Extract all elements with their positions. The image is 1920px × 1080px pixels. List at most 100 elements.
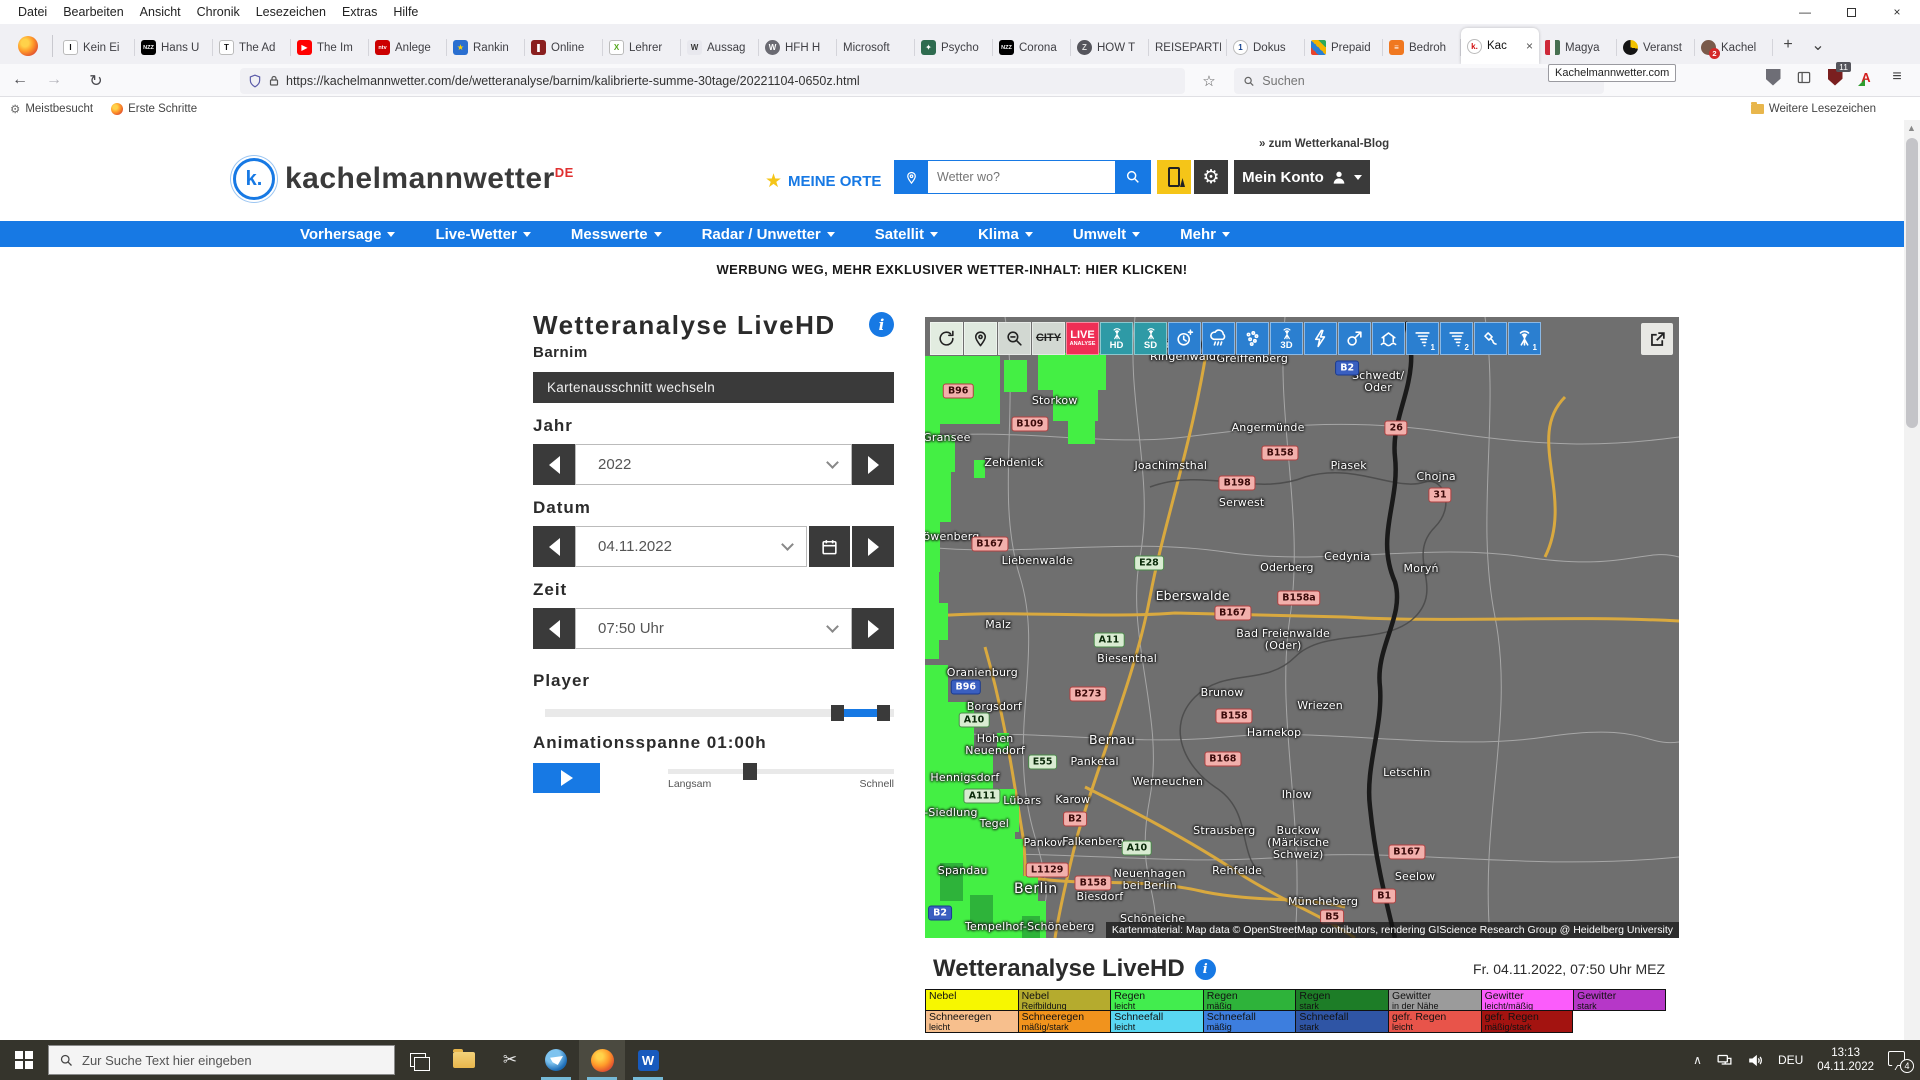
share-button[interactable] bbox=[1641, 323, 1673, 355]
sidebar-toggle-icon[interactable] bbox=[1795, 68, 1813, 86]
lightning-button[interactable] bbox=[1304, 322, 1337, 355]
radar-hd-button[interactable]: HD bbox=[1100, 322, 1133, 355]
browser-tab[interactable]: WAussag bbox=[681, 31, 759, 64]
bookmark-erste-schritte[interactable]: Erste Schritte bbox=[111, 103, 197, 115]
maximize-button[interactable] bbox=[1828, 0, 1874, 24]
tracking-shield-icon[interactable] bbox=[248, 73, 262, 89]
info-button[interactable]: i bbox=[869, 312, 894, 337]
nav-item-vorhersage[interactable]: Vorhersage bbox=[300, 226, 395, 243]
tray-expand-icon[interactable]: ∧ bbox=[1693, 1053, 1702, 1067]
taskbar-search[interactable]: Zur Suche Text hier eingeben bbox=[48, 1045, 395, 1075]
flood-button[interactable] bbox=[1372, 322, 1405, 355]
browser-tab[interactable]: NZZHans U bbox=[135, 31, 213, 64]
browser-tab[interactable]: ✦Psycho bbox=[915, 31, 993, 64]
clock[interactable]: 13:13 04.11.2022 bbox=[1817, 1046, 1874, 1074]
bookmark-meistbesucht[interactable]: ⚙ Meistbesucht bbox=[10, 102, 93, 116]
player-range-slider[interactable] bbox=[533, 705, 894, 721]
player-handle-end[interactable] bbox=[877, 705, 890, 721]
close-button[interactable]: × bbox=[1874, 0, 1920, 24]
browser-tab[interactable]: IKein Ei bbox=[57, 31, 135, 64]
menu-lesezeichen[interactable]: Lesezeichen bbox=[248, 2, 334, 22]
jahr-select[interactable]: 2022 bbox=[575, 444, 852, 485]
station-1-button[interactable]: 1 bbox=[1508, 322, 1541, 355]
refresh-button[interactable] bbox=[930, 322, 963, 355]
browser-tab[interactable]: k.Kac× bbox=[1461, 28, 1539, 64]
browser-tab[interactable]: Prepaid bbox=[1305, 31, 1383, 64]
site-logo[interactable]: k. kachelmannwetterDE bbox=[233, 158, 574, 200]
scroll-up-arrow[interactable]: ▲ bbox=[1907, 123, 1916, 133]
zeit-prev-button[interactable] bbox=[533, 608, 575, 649]
browser-tab[interactable]: ❚Online bbox=[525, 31, 603, 64]
wetterkanal-blog-link[interactable]: » zum Wetterkanal-Blog bbox=[1259, 138, 1389, 150]
page-scrollbar[interactable]: ▲ bbox=[1904, 120, 1920, 1040]
menu-hilfe[interactable]: Hilfe bbox=[385, 2, 426, 22]
speed-slider[interactable]: Langsam Schnell bbox=[668, 763, 894, 790]
start-button[interactable] bbox=[0, 1040, 48, 1080]
zoom-out-button[interactable] bbox=[998, 322, 1031, 355]
weather-map[interactable]: CITYLIVEANALYSEHDSD3D121 Temmen- Ringenw… bbox=[925, 317, 1679, 938]
language-indicator[interactable]: DEU bbox=[1778, 1053, 1803, 1067]
browser-tab[interactable]: NZZCorona bbox=[993, 31, 1071, 64]
menu-extras[interactable]: Extras bbox=[334, 2, 385, 22]
browser-tab[interactable]: Magya bbox=[1539, 31, 1617, 64]
nav-item-live-wetter[interactable]: Live-Wetter bbox=[435, 226, 530, 243]
browser-search-input[interactable] bbox=[1262, 74, 1595, 88]
precipitation-type-button[interactable] bbox=[1202, 322, 1235, 355]
browser-tab[interactable]: ntvAnlege bbox=[369, 31, 447, 64]
lock-icon[interactable] bbox=[268, 74, 280, 88]
nav-item-klima[interactable]: Klima bbox=[978, 226, 1033, 243]
scrollbar-thumb[interactable] bbox=[1906, 138, 1918, 428]
more-bookmarks[interactable]: Weitere Lesezeichen bbox=[1751, 98, 1876, 120]
firefox-button[interactable] bbox=[579, 1040, 625, 1080]
browser-tab[interactable]: ZHOW T bbox=[1071, 31, 1149, 64]
jahr-next-button[interactable] bbox=[852, 444, 894, 485]
browser-tab[interactable]: ▶The Im bbox=[291, 31, 369, 64]
url-bar[interactable]: https://kachelmannwetter.com/de/wetteran… bbox=[240, 68, 1185, 94]
back-button[interactable]: ← bbox=[6, 67, 34, 93]
live-analyse-button[interactable]: LIVEANALYSE bbox=[1066, 322, 1099, 355]
browser-tab[interactable]: 1Dokus bbox=[1227, 31, 1305, 64]
adblock-extension-icon[interactable]: 11 bbox=[1826, 68, 1844, 86]
hail-button[interactable] bbox=[1236, 322, 1269, 355]
tab-overflow-button[interactable]: ⌄ bbox=[1803, 30, 1833, 60]
pdf-extension-icon[interactable]: A bbox=[1857, 68, 1875, 86]
settings-button[interactable]: ⚙ bbox=[1194, 160, 1228, 194]
menu-chronik[interactable]: Chronik bbox=[189, 2, 248, 22]
bookmark-star-button[interactable]: ☆ bbox=[1196, 68, 1222, 94]
zeit-next-button[interactable] bbox=[852, 608, 894, 649]
calendar-button[interactable] bbox=[809, 526, 850, 567]
reload-button[interactable]: ↻ bbox=[82, 67, 110, 93]
tornado-2-button[interactable]: 2 bbox=[1440, 322, 1473, 355]
network-icon[interactable] bbox=[1716, 1052, 1733, 1069]
browser-tab[interactable]: Microsoft bbox=[837, 31, 915, 64]
browser-tab[interactable]: 2Kachel bbox=[1695, 31, 1773, 64]
snipping-tool-button[interactable]: ✂ bbox=[487, 1040, 533, 1080]
promo-banner-link[interactable]: WERBUNG WEG, MEHR EXKLUSIVER WETTER-INHA… bbox=[0, 262, 1904, 277]
tornado-1-button[interactable]: 1 bbox=[1406, 322, 1439, 355]
nav-item-satellit[interactable]: Satellit bbox=[875, 226, 938, 243]
site-search-input[interactable] bbox=[928, 160, 1115, 194]
wind-button[interactable] bbox=[1338, 322, 1371, 355]
datum-select[interactable]: 04.11.2022 bbox=[575, 526, 807, 567]
radar-sd-button[interactable]: SD bbox=[1134, 322, 1167, 355]
speed-handle[interactable] bbox=[743, 763, 757, 780]
file-explorer-button[interactable] bbox=[441, 1040, 487, 1080]
locate-button[interactable] bbox=[964, 322, 997, 355]
nav-item-mehr[interactable]: Mehr bbox=[1180, 226, 1230, 243]
nav-item-radar-unwetter[interactable]: Radar / Unwetter bbox=[702, 226, 835, 243]
radar-3d-button[interactable]: 3D bbox=[1270, 322, 1303, 355]
satellite-button[interactable] bbox=[1474, 322, 1507, 355]
site-search-button[interactable] bbox=[1115, 160, 1151, 194]
nav-item-umwelt[interactable]: Umwelt bbox=[1073, 226, 1140, 243]
datum-next-button[interactable] bbox=[852, 526, 894, 567]
info-icon[interactable]: i bbox=[1195, 959, 1216, 980]
word-button[interactable]: W bbox=[625, 1040, 671, 1080]
forward-button[interactable]: → bbox=[40, 67, 68, 93]
nav-item-messwerte[interactable]: Messwerte bbox=[571, 226, 662, 243]
pocket-extension-icon[interactable] bbox=[1764, 68, 1782, 86]
zeit-select[interactable]: 07:50 Uhr bbox=[575, 608, 852, 649]
minimize-button[interactable]: — bbox=[1782, 0, 1828, 24]
browser-tab[interactable]: WHFH H bbox=[759, 31, 837, 64]
map-switch-button[interactable]: Kartenausschnitt wechseln bbox=[533, 372, 894, 403]
meine-orte-link[interactable]: ★ MEINE ORTE bbox=[765, 170, 881, 193]
